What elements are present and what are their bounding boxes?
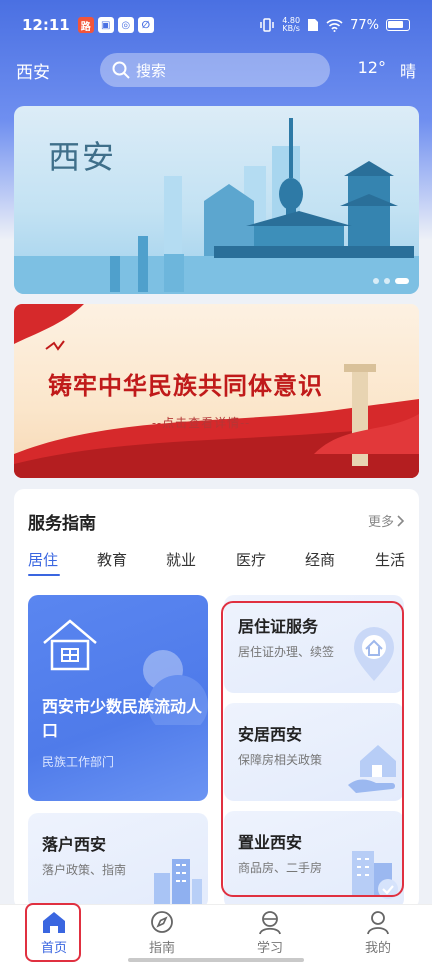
nav-guide[interactable]: 指南 bbox=[122, 909, 202, 963]
nav-selection-highlight bbox=[25, 903, 81, 962]
network-speed: 4.80 KB/s bbox=[282, 16, 301, 33]
banner-pagination bbox=[373, 278, 409, 284]
top-header: 西安 搜索 12° 晴 bbox=[0, 52, 432, 88]
nav-profile[interactable]: 我的 bbox=[338, 909, 418, 963]
card-title: 落户西安 bbox=[42, 835, 107, 854]
tab-residence[interactable]: 居住 bbox=[28, 549, 58, 570]
weather-condition: 晴 bbox=[399, 62, 416, 81]
app-notification-icon: 路 bbox=[77, 17, 94, 33]
search-icon bbox=[112, 61, 130, 79]
card-title: 西安市少数民族流动人口 bbox=[42, 697, 203, 740]
tab-employment[interactable]: 就业 bbox=[166, 549, 196, 570]
service-guide-title: 服务指南 bbox=[28, 514, 96, 534]
nav-study[interactable]: 学习 bbox=[230, 909, 310, 963]
active-tab-indicator bbox=[28, 574, 60, 576]
house-icon bbox=[43, 619, 97, 671]
vibrate-icon bbox=[260, 18, 275, 32]
status-indicators: 4.80 KB/s 77% bbox=[259, 17, 410, 33]
city-banner-title: 西安 bbox=[48, 138, 117, 176]
status-bar: 12:11 路 ▣ ◎ ∅ 4.80 KB/s 77% bbox=[0, 0, 432, 50]
gesture-bar[interactable] bbox=[128, 958, 304, 962]
ethnic-unity-banner-title: 铸牢中华民族共同体意识 bbox=[48, 371, 323, 400]
search-placeholder: 搜索 bbox=[136, 61, 167, 80]
more-link[interactable]: 更多 bbox=[368, 511, 405, 530]
ethnic-floating-population-card[interactable]: 西安市少数民族流动人口 民族工作部门 bbox=[28, 595, 208, 801]
status-app-icons: 路 ▣ ◎ ∅ bbox=[77, 17, 154, 33]
app-notification-icon: ∅ bbox=[137, 17, 154, 33]
settle-household-card[interactable]: 落户西安 落户政策、指南 bbox=[28, 813, 208, 909]
compass-icon bbox=[151, 911, 173, 933]
tab-business[interactable]: 经商 bbox=[305, 549, 335, 570]
card-subtitle: 落户政策、指南 bbox=[42, 863, 127, 877]
tab-medical[interactable]: 医疗 bbox=[236, 549, 266, 570]
user-icon bbox=[367, 911, 389, 935]
sim-icon bbox=[308, 19, 319, 31]
status-time: 12:11 bbox=[22, 16, 70, 34]
selection-highlight bbox=[221, 601, 404, 897]
service-tabs: 居住 教育 就业 医疗 经商 生活 bbox=[14, 549, 419, 579]
temperature: 12° bbox=[357, 58, 386, 77]
battery-icon bbox=[386, 19, 410, 31]
pagination-dot bbox=[373, 278, 379, 284]
wifi-icon bbox=[326, 18, 343, 32]
city-selector[interactable]: 西安 bbox=[16, 58, 86, 83]
pagination-dot bbox=[384, 278, 390, 284]
city-banner[interactable]: 西安 bbox=[14, 106, 419, 294]
ethnic-unity-banner-subtitle: --点击查看详情-- bbox=[152, 416, 251, 430]
weather-info: 12° 晴 bbox=[358, 58, 416, 82]
buildings-icon bbox=[154, 859, 202, 905]
app-notification-icon: ▣ bbox=[97, 17, 114, 33]
tab-life[interactable]: 生活 bbox=[375, 549, 405, 570]
battery-percent: 77% bbox=[350, 17, 379, 33]
ethnic-unity-banner[interactable]: 铸牢中华民族共同体意识 --点击查看详情-- bbox=[14, 304, 419, 478]
tab-education[interactable]: 教育 bbox=[97, 549, 127, 570]
card-subtitle: 民族工作部门 bbox=[42, 755, 115, 769]
chevron-right-icon bbox=[397, 514, 405, 527]
search-input[interactable]: 搜索 bbox=[100, 53, 330, 87]
study-icon bbox=[259, 911, 281, 935]
pagination-dot-active bbox=[395, 278, 409, 284]
app-notification-icon: ◎ bbox=[117, 17, 134, 33]
